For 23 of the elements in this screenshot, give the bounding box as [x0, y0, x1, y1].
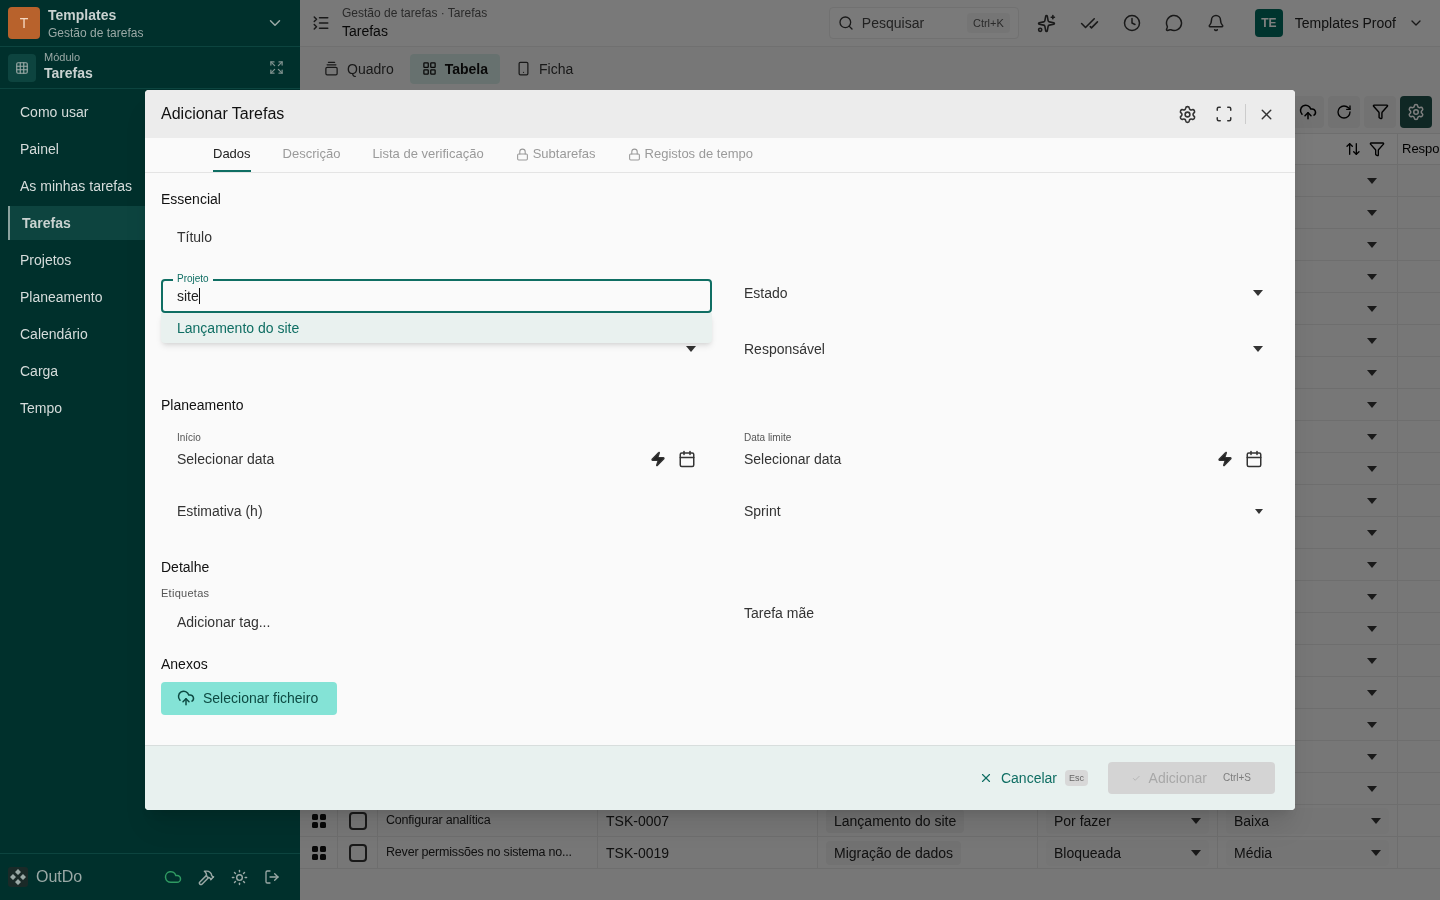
module-name: Tarefas — [44, 64, 94, 83]
brand-name: OutDo — [36, 867, 84, 887]
workspace-subtitle: Gestão de tarefas — [48, 25, 145, 41]
shortcut-hint: Ctrl+S — [1222, 770, 1251, 785]
breadcrumb: Gestão de tarefas · Tarefas — [342, 5, 488, 21]
table-cell-text: Rever permissões no sistema no... — [386, 843, 572, 861]
shortcut-hint: Esc — [1065, 769, 1088, 787]
table-cell-text: Configurar analítica — [386, 811, 491, 829]
section-title: Anexos — [161, 654, 209, 674]
search-placeholder: Pesquisar — [861, 14, 926, 33]
module-label: Módulo — [44, 52, 82, 63]
page-title: Tarefas — [342, 22, 389, 41]
section-title: Detalhe — [161, 558, 211, 577]
workspace-name: Templates — [48, 6, 118, 25]
table-cell: TSK-0019 — [598, 837, 818, 868]
workspace-avatar: T — [8, 7, 40, 39]
section-title: Essencial — [161, 190, 222, 209]
project-tag: Lançamento do site — [826, 808, 965, 833]
dialog-title: Adicionar Tarefas — [161, 104, 286, 124]
section-title: Planeamento — [161, 396, 245, 415]
field-label: Etiquetas — [161, 586, 211, 601]
shortcut-hint: Ctrl+K — [966, 12, 1010, 34]
project-tag: Migração de dados — [826, 840, 962, 865]
